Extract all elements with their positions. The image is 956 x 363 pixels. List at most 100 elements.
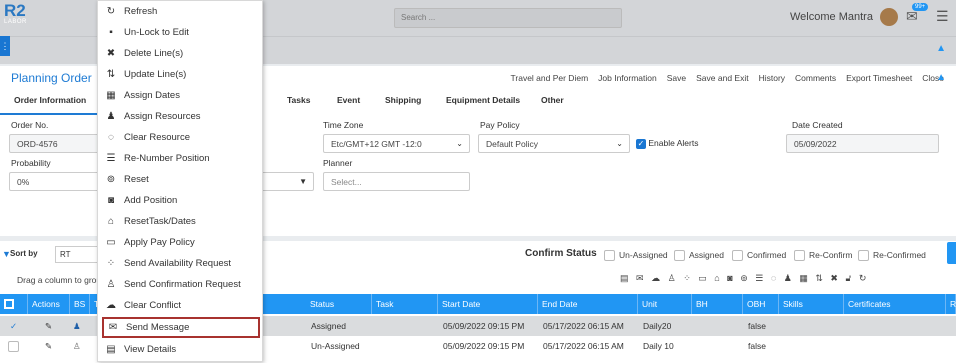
column-status[interactable]: Status (306, 294, 372, 314)
row-end-date: 05/17/2022 06:15 AM (543, 321, 624, 331)
side-panel-toggle[interactable] (947, 242, 956, 264)
collapse-icon[interactable]: ▲ (936, 43, 946, 54)
row-checkbox[interactable] (8, 336, 23, 356)
menu-item-view-details[interactable]: ▤ View Details (102, 339, 260, 360)
panel-collapse-icon[interactable]: ▲ (936, 72, 946, 83)
person-icon[interactable]: ♟ (784, 273, 792, 283)
select-all-checkbox[interactable] (0, 294, 28, 314)
column-end-date[interactable]: End Date (538, 294, 638, 314)
cloud-icon[interactable]: ☁ (651, 273, 660, 283)
row-end-date: 05/17/2022 06:15 AM (543, 341, 624, 351)
travel-per-diem-button[interactable]: Travel and Per Diem (511, 73, 589, 83)
menu-item-renumber-position[interactable]: ☰ Re-Number Position (102, 148, 260, 169)
calendar-icon[interactable]: ▦ (799, 273, 808, 283)
time-zone-select[interactable]: Etc/GMT+12 GMT -12:0 ⌄ (323, 134, 470, 153)
export-timesheet-button[interactable]: Export Timesheet (846, 73, 912, 83)
tab-equipment-details[interactable]: Equipment Details (446, 93, 520, 115)
column-obh[interactable]: OBH (743, 294, 779, 314)
details-icon[interactable]: ▤ (620, 273, 629, 283)
menu-item-label: Send Availability Request (124, 258, 232, 269)
date-created-label: Date Created (792, 120, 843, 130)
row-checkbox[interactable]: ✓ (10, 316, 17, 336)
unlock-icon[interactable]: 🔓︎ (845, 273, 851, 283)
menu-item-refresh[interactable]: ↻ Refresh (102, 1, 260, 22)
column-actions[interactable]: Actions (28, 294, 70, 314)
tab-tasks[interactable]: Tasks (287, 93, 310, 115)
update-icon[interactable]: ⇅ (815, 273, 823, 283)
person-icon: ♟ (106, 111, 116, 122)
pay-policy-label: Pay Policy (480, 120, 520, 130)
edit-icon[interactable]: ✎ (45, 336, 52, 356)
enable-alerts-checkbox[interactable]: ✓ Enable Alerts (636, 138, 698, 149)
column-r[interactable]: R (946, 294, 956, 314)
page-title: Planning Order (11, 71, 92, 85)
status-option-label: Assigned (689, 250, 724, 260)
menu-item-clear-conflict[interactable]: ☁ Clear Conflict (102, 295, 260, 316)
reset-icon[interactable]: ⊚ (740, 273, 748, 283)
menu-item-assign-resources[interactable]: ♟ Assign Resources (102, 106, 260, 127)
column-start-date[interactable]: Start Date (438, 294, 538, 314)
save-button[interactable]: Save (667, 73, 686, 83)
app-logo[interactable]: R2 LABOR (4, 2, 36, 33)
row-obh: false (748, 341, 766, 351)
menu-item-delete-lines[interactable]: ✖ Delete Line(s) (102, 43, 260, 64)
pay-policy-select[interactable]: Default Policy ⌄ (478, 134, 630, 153)
tab-event[interactable]: Event (337, 93, 360, 115)
availability-icon[interactable]: ⁘ (683, 273, 691, 283)
logo-subtext: LABOR (4, 19, 27, 25)
menu-item-label: Add Position (124, 195, 178, 206)
menu-item-add-position[interactable]: ◙ Add Position (102, 190, 260, 211)
checkbox-box (794, 250, 805, 262)
refresh-icon[interactable]: ↻ (859, 273, 867, 283)
avatar[interactable] (880, 8, 898, 26)
column-unit[interactable]: Unit (638, 294, 692, 314)
menu-item-reset[interactable]: ⊚ Reset (102, 169, 260, 190)
menu-item-send-message[interactable]: ✉ Send Message (102, 317, 260, 338)
list-number-icon[interactable]: ☰ (755, 273, 763, 283)
menu-item-reset-task-dates[interactable]: ⌂ ResetTask/Dates (102, 211, 260, 232)
column-bh[interactable]: BH (692, 294, 743, 314)
menu-item-send-availability-request[interactable]: ⁘ Send Availability Request (102, 253, 260, 274)
add-contact-icon[interactable]: ◙ (727, 273, 732, 283)
card-icon[interactable]: ▭ (698, 273, 707, 283)
row-unit: Daily20 (643, 321, 672, 331)
person-outline-icon[interactable]: ♙ (73, 336, 81, 356)
tab-order-information[interactable]: Order Information (0, 93, 101, 115)
menu-item-label: Send Message (126, 322, 190, 333)
comments-button[interactable]: Comments (795, 73, 836, 83)
person-icon[interactable]: ♟ (73, 316, 81, 336)
history-button[interactable]: History (759, 73, 785, 83)
menu-item-apply-pay-policy[interactable]: ▭ Apply Pay Policy (102, 232, 260, 253)
menu-item-clear-resource[interactable]: ◌ Clear Resource (102, 127, 260, 148)
menu-item-update-lines[interactable]: ⇅ Update Line(s) (102, 64, 260, 85)
status-confirmed-checkbox[interactable]: Confirmed (732, 250, 786, 262)
search-input[interactable]: Search ... (394, 8, 622, 28)
column-task[interactable]: Task (372, 294, 438, 314)
save-and-exit-button[interactable]: Save and Exit (696, 73, 748, 83)
tab-shipping[interactable]: Shipping (385, 93, 421, 115)
menu-item-label: Reset (124, 174, 149, 185)
menu-item-assign-dates[interactable]: ▦ Assign Dates (102, 85, 260, 106)
menu-item-label: Delete Line(s) (124, 48, 184, 59)
status-unassigned-checkbox[interactable]: Un-Assigned (604, 250, 668, 262)
menu-item-send-confirmation-request[interactable]: ♙ Send Confirmation Request (102, 274, 260, 295)
clear-icon[interactable]: ◌ (771, 273, 776, 283)
column-skills[interactable]: Skills (779, 294, 844, 314)
menu-item-unlock-to-edit[interactable]: ▪ Un-Lock to Edit (102, 22, 260, 43)
job-information-button[interactable]: Job Information (598, 73, 657, 83)
thumbs-up-icon[interactable]: ♙ (668, 273, 676, 283)
planner-select[interactable]: Select... (323, 172, 470, 191)
date-created-field[interactable]: 05/09/2022 (786, 134, 939, 153)
menu-icon[interactable]: ☰ (936, 8, 949, 25)
close-icon[interactable]: ✖ (830, 273, 838, 283)
kebab-menu-button[interactable]: ⋮ (0, 36, 10, 56)
column-certificates[interactable]: Certificates (844, 294, 946, 314)
reset-task-icon[interactable]: ⌂ (714, 273, 719, 283)
column-bs[interactable]: BS (70, 294, 90, 314)
edit-icon[interactable]: ✎ (45, 316, 52, 336)
status-reconfirmed-checkbox[interactable]: Re-Confirmed (858, 250, 926, 262)
status-reconfirm-checkbox[interactable]: Re-Confirm (794, 250, 852, 262)
tab-other[interactable]: Other (541, 93, 564, 115)
status-assigned-checkbox[interactable]: Assigned (674, 250, 724, 262)
message-icon[interactable]: ✉ (636, 273, 644, 283)
